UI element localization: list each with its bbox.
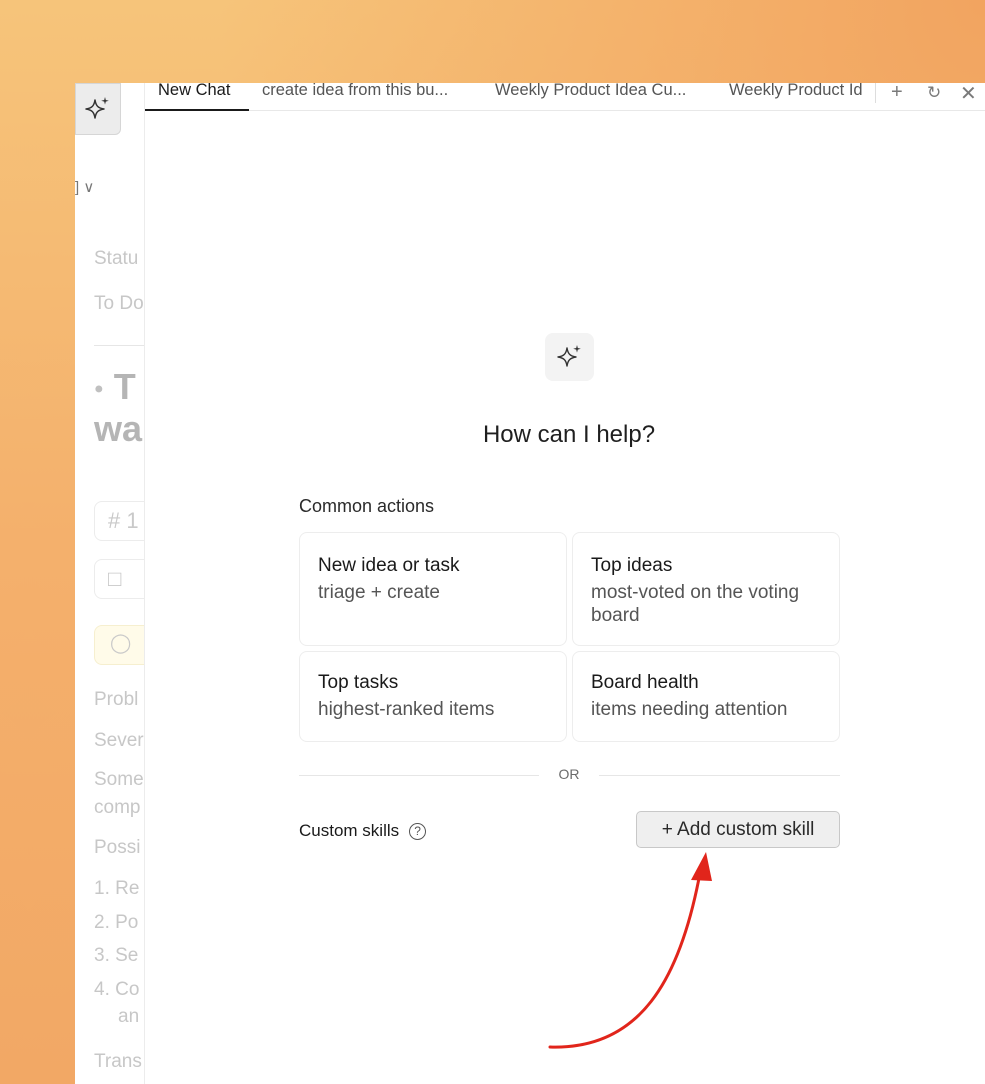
tab-separator (875, 83, 876, 103)
action-card-board-health[interactable]: Board health items needing attention (572, 651, 840, 742)
card-title: Top tasks (318, 672, 399, 693)
lightbulb-icon: ◯ (110, 633, 132, 654)
sparkle-icon (85, 97, 109, 119)
hero-sparkle (545, 333, 594, 381)
action-card-top-ideas[interactable]: Top ideas most-voted on the voting board (572, 532, 840, 646)
card-subtitle: highest-ranked items (318, 699, 495, 720)
list-item: 2. Po (94, 912, 139, 933)
common-actions-label: Common actions (299, 496, 435, 516)
list-item: 1. Re (94, 878, 140, 899)
divider (94, 345, 144, 346)
or-divider: OR (299, 765, 840, 785)
history-icon[interactable]: ↻ (927, 83, 941, 103)
list-item: 4. Co (94, 979, 140, 1000)
close-icon[interactable]: ✕ (960, 81, 977, 106)
idea-detail-panel: ] ∨ Statu To Do ● T wa # 1 □ ◯ Probl Sev… (75, 83, 145, 1084)
idea-hint: ◯ (94, 625, 144, 665)
note-field[interactable]: □ (94, 559, 144, 599)
severity-label: Sever (94, 730, 144, 751)
custom-skills-header: Custom skills ? (299, 821, 427, 841)
note-icon: □ (108, 566, 122, 591)
card-subtitle: triage + create (318, 582, 440, 603)
card-title: Top ideas (591, 555, 673, 576)
page-title: How can I help? (482, 421, 656, 448)
ai-assistant-toggle[interactable] (75, 83, 121, 135)
divider-line (599, 775, 840, 776)
status-value[interactable]: To Do (94, 293, 144, 315)
app-window: ] ∨ Statu To Do ● T wa # 1 □ ◯ Probl Sev… (75, 81, 985, 1084)
possible-label: Possi (94, 837, 141, 858)
view-dropdown[interactable]: ] ∨ (75, 178, 94, 196)
custom-skills-label: Custom skills (299, 821, 400, 840)
or-text: OR (558, 766, 580, 782)
some-text-2: comp (94, 797, 141, 818)
tab-weekly-product-idea-2[interactable]: Weekly Product Id (729, 83, 875, 111)
divider-line (299, 775, 539, 776)
action-card-new-idea[interactable]: New idea or task triage + create (299, 532, 567, 646)
help-icon[interactable]: ? (409, 822, 427, 840)
chevron-down-icon: ∨ (83, 179, 95, 196)
problem-label: Probl (94, 689, 139, 710)
idea-title-line1: ● T (94, 366, 136, 407)
list-item: an (118, 1006, 140, 1027)
hash-id: # 1 (108, 508, 139, 533)
add-custom-skill-button[interactable]: + Add custom skill (636, 811, 840, 848)
status-label: Statu (94, 248, 139, 269)
idea-title-line2: wa (94, 408, 143, 449)
list-item: 3. Se (94, 945, 139, 966)
sparkle-icon (556, 345, 581, 367)
card-title: New idea or task (318, 555, 460, 576)
tab-new-chat[interactable]: New Chat (145, 83, 249, 111)
trans-label: Trans (94, 1051, 142, 1072)
chat-tab-bar: New Chat create idea from this bu... Wee… (145, 81, 985, 111)
tab-weekly-product-idea-1[interactable]: Weekly Product Idea Cu... (495, 83, 710, 111)
card-subtitle: most-voted on the voting board (591, 582, 800, 626)
card-title: Board health (591, 672, 699, 693)
some-text-1: Some (94, 769, 144, 790)
chat-panel: How can I help? Common actions New idea … (145, 111, 985, 1084)
action-card-top-tasks[interactable]: Top tasks highest-ranked items (299, 651, 567, 742)
tab-create-idea[interactable]: create idea from this bu... (262, 83, 477, 111)
card-subtitle: items needing attention (591, 699, 788, 720)
plus-icon[interactable]: + (891, 81, 903, 104)
id-field[interactable]: # 1 (94, 501, 144, 541)
